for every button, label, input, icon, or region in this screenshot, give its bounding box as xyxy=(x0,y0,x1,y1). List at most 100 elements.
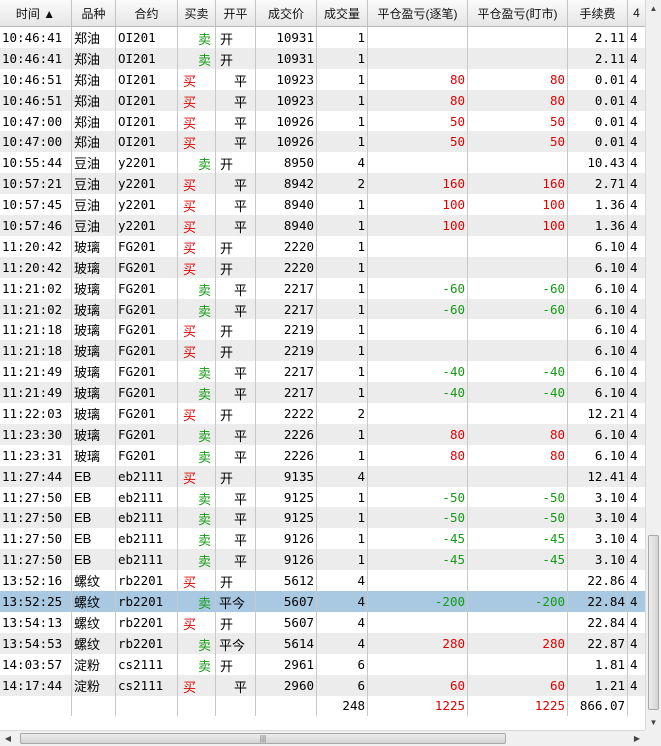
table-row[interactable]: 10:46:41 郑油 OI201 卖开 10931 1 2.11 4 xyxy=(0,47,645,69)
table-row[interactable]: 10:46:51 郑油 OI201 买平 10923 1 80 80 0.01 4 xyxy=(0,68,645,90)
trade-qty: 1 xyxy=(317,194,368,216)
trade-time: 13:54:53 xyxy=(0,632,72,654)
scroll-left-icon[interactable]: ◀ xyxy=(0,731,16,746)
column-header-product[interactable]: 品种 xyxy=(72,0,116,26)
contract-code: FG201 xyxy=(116,298,178,320)
pnl-mtm: 80 xyxy=(468,68,568,90)
product-name: 玻璃 xyxy=(72,298,116,320)
table-row[interactable]: 11:23:30 玻璃 FG201 卖平 2226 1 80 80 6.10 4 xyxy=(0,423,645,445)
side-cell: 卖 xyxy=(178,152,216,174)
product-name: 玻璃 xyxy=(72,235,116,257)
product-name: 玻璃 xyxy=(72,382,116,404)
pnl-trade xyxy=(368,27,468,48)
product-name: 螺纹 xyxy=(72,632,116,654)
table-row[interactable]: 11:27:50 EB eb2111 卖平 9126 1 -45 -45 3.10 4 xyxy=(0,528,645,550)
table-row[interactable]: 11:27:44 EB eb2111 买开 9135 4 12.41 4 xyxy=(0,465,645,487)
table-row[interactable]: 10:47:00 郑油 OI201 买平 10926 1 50 50 0.01 4 xyxy=(0,131,645,153)
table-row[interactable]: 11:27:50 EB eb2111 卖平 9125 1 -50 -50 3.10 4 xyxy=(0,486,645,508)
table-row[interactable]: 11:20:42 玻璃 FG201 买 开 2220 1 6.10 4 xyxy=(0,235,645,257)
horizontal-scroll-thumb[interactable]: ||| xyxy=(20,733,506,744)
open-close-cell: 平 xyxy=(216,194,256,216)
table-row[interactable]: 11:27:50 EB eb2111 卖平 9126 1 -45 -45 3.10 4 xyxy=(0,549,645,571)
trade-price: 10926 xyxy=(256,110,317,132)
scroll-down-icon[interactable]: ▼ xyxy=(646,714,661,730)
table-row[interactable]: 13:54:53 螺纹 rb2201 卖平今 5614 4 280 280 22.87 4 xyxy=(0,632,645,654)
horizontal-scrollbar[interactable]: ◀ ||| ▶ xyxy=(0,730,645,746)
side-label: 买 xyxy=(183,324,197,340)
table-row[interactable]: 11:21:49 玻璃 FG201 卖平 2217 1 -40 -40 6.10 4 xyxy=(0,382,645,404)
fee: 0.01 xyxy=(568,68,628,90)
side-cell: 买 xyxy=(178,570,216,592)
contract-code: eb2111 xyxy=(116,549,178,571)
vertical-scroll-thumb[interactable] xyxy=(648,535,659,710)
side-cell: 卖 xyxy=(178,632,216,654)
open-close-label: 平 xyxy=(234,94,248,110)
side-label: 卖 xyxy=(198,366,212,382)
pnl-mtm: 160 xyxy=(468,173,568,195)
column-header-extra[interactable]: 4 xyxy=(628,0,645,26)
table-row[interactable]: 11:21:02 玻璃 FG201 卖平 2217 1 -60 -60 6.10 4 xyxy=(0,277,645,299)
scroll-right-icon[interactable]: ▶ xyxy=(629,731,645,746)
trade-time: 14:17:44 xyxy=(0,674,72,696)
column-header-qty[interactable]: 成交量 xyxy=(317,0,368,26)
side-cell: 买 xyxy=(178,68,216,90)
column-header-pnl-trade[interactable]: 平仓盈亏(逐笔) xyxy=(368,0,468,26)
open-close-cell: 开 xyxy=(216,256,256,278)
table-row[interactable]: 10:46:41 郑油 OI201 卖开 10931 1 2.11 4 xyxy=(0,27,645,48)
pnl-trade: 160 xyxy=(368,173,468,195)
trade-time: 14:03:57 xyxy=(0,653,72,675)
pnl-mtm xyxy=(468,465,568,487)
open-close-cell: 平 xyxy=(216,674,256,696)
table-row[interactable]: 10:55:44 豆油 y2201 卖开 8950 4 10.43 4 xyxy=(0,152,645,174)
table-row[interactable]: 13:52:16 螺纹 rb2201 买开 5612 4 22.86 4 xyxy=(0,570,645,592)
totals-row: 248 1225 1225 866.07 xyxy=(0,695,645,716)
table-row[interactable]: 11:21:18 玻璃 FG201 买 开 2219 1 6.10 4 xyxy=(0,319,645,341)
trade-records-grid[interactable]: 时间 ▲ 品种 合约 买卖 开平 成交价 成交量 平仓盈亏(逐笔) 平仓盈亏(盯市) 手续费 4 1… xyxy=(0,0,645,716)
trade-price: 2220 xyxy=(256,256,317,278)
column-header-price[interactable]: 成交价 xyxy=(256,0,317,26)
vertical-scrollbar[interactable]: ▲ ▼ xyxy=(645,0,661,730)
column-header-contract[interactable]: 合约 xyxy=(116,0,178,26)
table-row[interactable]: 10:47:00 郑油 OI201 买平 10926 1 50 50 0.01 4 xyxy=(0,110,645,132)
side-label: 卖 xyxy=(198,554,212,570)
table-row[interactable]: 11:21:18 玻璃 FG201 买 开 2219 1 6.10 4 xyxy=(0,340,645,362)
fee: 22.86 xyxy=(568,570,628,592)
table-row[interactable]: 13:52:25 螺纹 rb2201 卖平今 5607 4 -200 -200 22.84 4 xyxy=(0,591,645,612)
trade-time: 11:27:50 xyxy=(0,528,72,550)
column-header-pnl-mtm[interactable]: 平仓盈亏(盯市) xyxy=(468,0,568,26)
contract-code: rb2201 xyxy=(116,632,178,654)
fee: 6.10 xyxy=(568,423,628,445)
column-header-time[interactable]: 时间 ▲ xyxy=(0,0,72,26)
table-row[interactable]: 10:57:45 豆油 y2201 买平 8940 1 100 100 1.36 4 xyxy=(0,194,645,216)
trade-qty: 4 xyxy=(317,465,368,487)
column-header-open-close[interactable]: 开平 xyxy=(216,0,256,26)
pnl-trade xyxy=(368,570,468,592)
table-row[interactable]: 11:27:50 EB eb2111 卖平 9125 1 -50 -50 3.10 4 xyxy=(0,507,645,529)
table-row[interactable]: 11:21:02 玻璃 FG201 卖平 2217 1 -60 -60 6.10 4 xyxy=(0,298,645,320)
trade-price: 2960 xyxy=(256,674,317,696)
table-row[interactable]: 10:57:46 豆油 y2201 买平 8940 1 100 100 1.36 4 xyxy=(0,215,645,236)
table-row[interactable]: 10:57:21 豆油 y2201 买平 8942 2 160 160 2.71 4 xyxy=(0,173,645,195)
pnl-trade: -60 xyxy=(368,298,468,320)
fee: 3.10 xyxy=(568,528,628,550)
table-row[interactable]: 14:17:44 淀粉 cs2111 买平 2960 6 60 60 1.21 4 xyxy=(0,674,645,696)
trade-time: 10:46:41 xyxy=(0,47,72,69)
table-row[interactable]: 14:03:57 淀粉 cs2111 卖开 2961 6 1.81 4 xyxy=(0,653,645,675)
table-row[interactable]: 11:20:42 玻璃 FG201 买 开 2220 1 6.10 4 xyxy=(0,256,645,278)
trade-price: 9135 xyxy=(256,465,317,487)
column-header-fee[interactable]: 手续费 xyxy=(568,0,628,26)
table-row[interactable]: 11:21:49 玻璃 FG201 卖平 2217 1 -40 -40 6.10 4 xyxy=(0,361,645,383)
open-close-label: 平 xyxy=(234,73,248,89)
contract-code: rb2201 xyxy=(116,611,178,633)
extra-col: 4 xyxy=(630,489,638,505)
table-row[interactable]: 13:54:13 螺纹 rb2201 买开 5607 4 22.84 4 xyxy=(0,611,645,633)
table-row[interactable]: 10:46:51 郑油 OI201 买平 10923 1 80 80 0.01 4 xyxy=(0,89,645,111)
fee: 22.84 xyxy=(568,611,628,633)
scroll-up-icon[interactable]: ▲ xyxy=(646,0,661,16)
table-row[interactable]: 11:22:03 玻璃 FG201 买 开 2222 2 12.21 4 xyxy=(0,403,645,424)
trade-qty: 4 xyxy=(317,152,368,174)
column-header-side[interactable]: 买卖 xyxy=(178,0,216,26)
side-cell: 买 xyxy=(178,674,216,696)
product-name: EB xyxy=(72,549,116,571)
table-row[interactable]: 11:23:31 玻璃 FG201 卖平 2226 1 80 80 6.10 4 xyxy=(0,444,645,466)
